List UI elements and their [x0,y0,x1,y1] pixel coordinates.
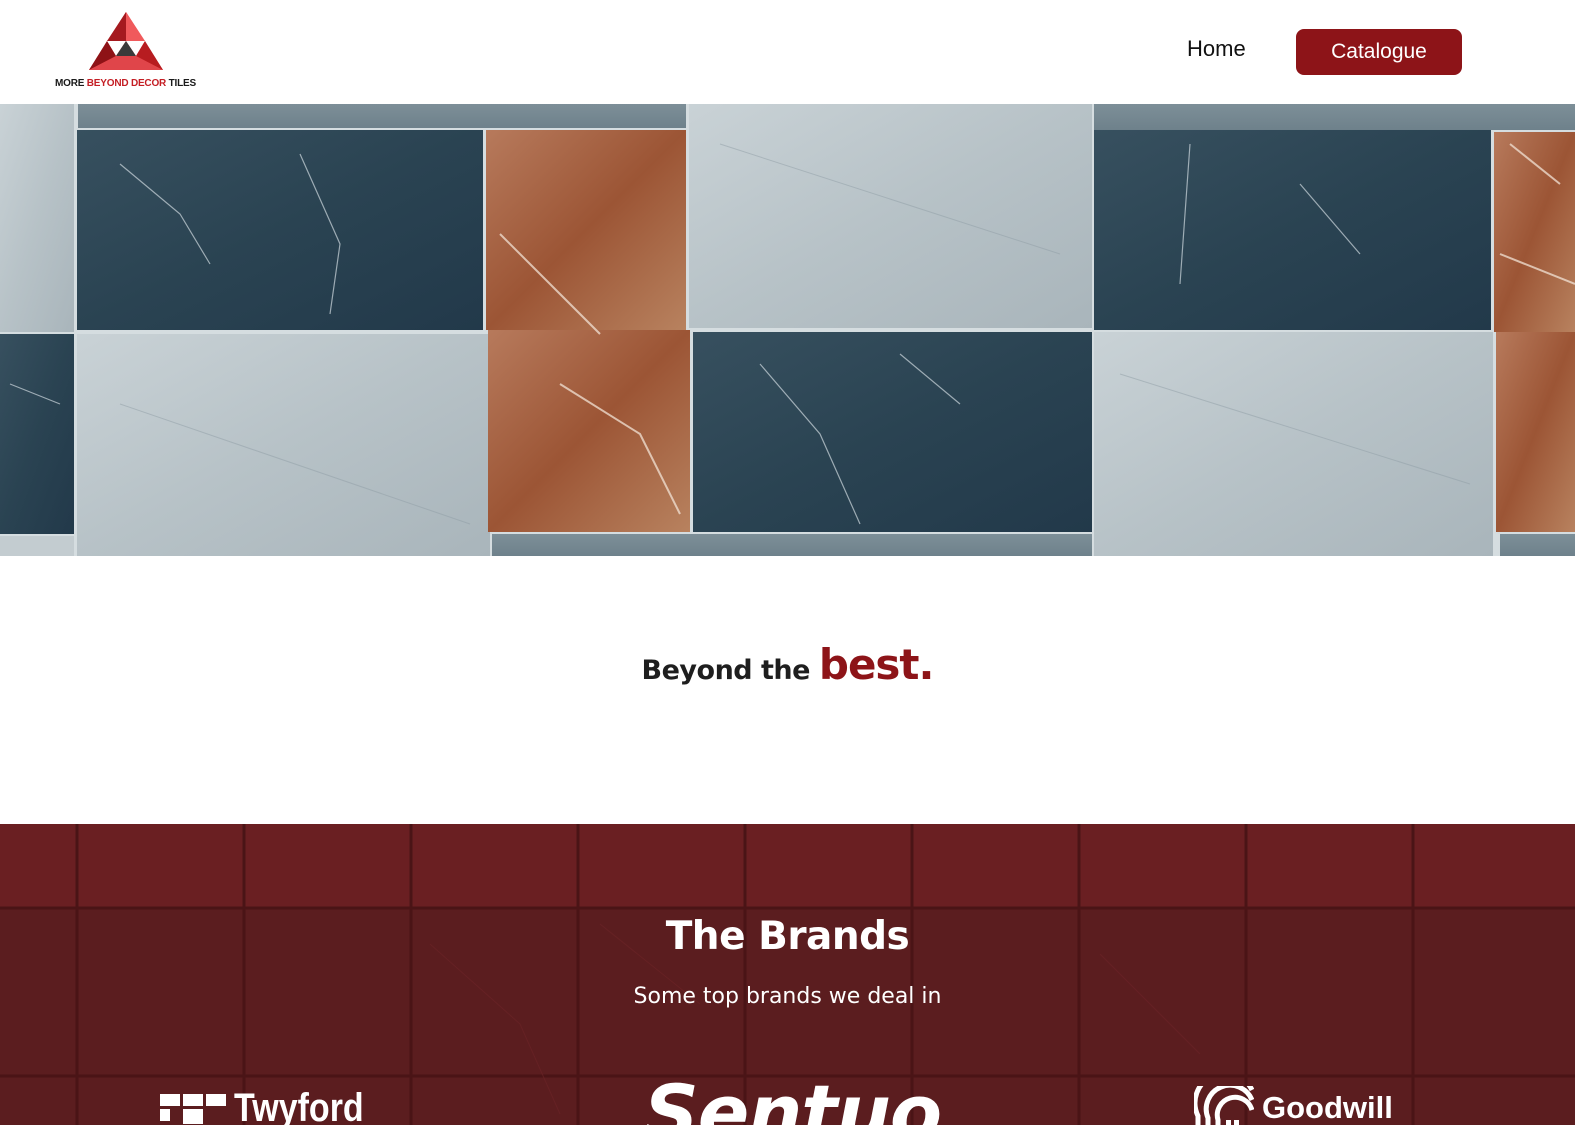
goodwill-mark-icon [1194,1086,1254,1125]
triangle-logo-icon [89,12,163,70]
catalogue-button[interactable]: Catalogue [1296,29,1462,75]
brands-subtitle: Some top brands we deal in [633,984,942,1009]
logo-text-more: MORE [55,78,87,89]
tagline: Beyond the best. [0,640,1575,689]
logo-text-beyond-decor: BEYOND DECOR [86,78,169,89]
logo-wordmark: MORE BEYOND DECOR TILES [55,78,196,89]
site-logo[interactable]: MORE BEYOND DECOR TILES [52,10,202,94]
brand-name-goodwill: Goodwill [1262,1090,1393,1125]
tagline-lead: Beyond the [641,655,819,686]
logo-text-tiles: TILES [168,78,197,89]
brands-title: The Brands [665,914,910,959]
brand-name-twyford: Twyford [234,1086,364,1125]
twyford-mark-icon [160,1094,226,1124]
brands-section: The Brands Some top brands we deal in Tw… [0,824,1575,1125]
brand-name-sentuo: Sentuo [644,1068,942,1125]
site-header: MORE BEYOND DECOR TILES Home Catalogue [0,0,1575,104]
hero-banner [0,104,1575,556]
tagline-accent: best. [818,640,935,689]
marble-tiles-image [0,104,1575,556]
nav-home-link[interactable]: Home [1187,36,1246,62]
